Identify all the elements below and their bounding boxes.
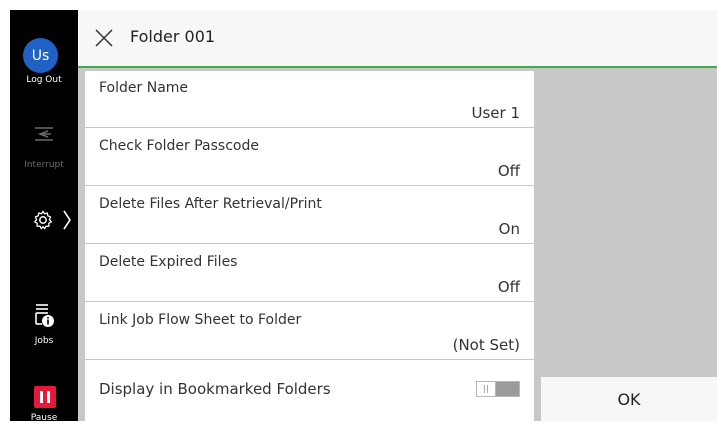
setting-value: (Not Set) [452,336,520,354]
setting-label: Link Job Flow Sheet to Folder [99,312,302,328]
interrupt-label: Interrupt [24,160,64,170]
setting-label: Delete Expired Files [99,254,238,270]
toggle-knob [477,382,496,396]
setting-row-folder-name[interactable]: Folder Name User 1 [85,71,534,128]
setting-row-link-job-flow-sheet[interactable]: Link Job Flow Sheet to Folder (Not Set) [85,303,534,360]
setting-label: Check Folder Passcode [99,138,259,154]
header-bar: Folder 001 [78,10,717,68]
jobs-icon[interactable] [32,302,56,328]
pause-icon-bar-right [47,391,50,403]
bookmark-toggle[interactable] [476,381,520,397]
setting-value: User 1 [471,104,520,122]
setting-label: Delete Files After Retrieval/Print [99,196,322,212]
gear-icon[interactable] [32,209,54,231]
setting-row-check-folder-passcode[interactable]: Check Folder Passcode Off [85,129,534,186]
setting-row-delete-expired-files[interactable]: Delete Expired Files Off [85,245,534,302]
pause-label: Pause [30,413,58,423]
settings-list: Folder Name User 1 Check Folder Passcode… [85,71,534,421]
log-out-label[interactable]: Log Out [10,75,78,85]
setting-value: Off [497,162,520,180]
setting-value: Off [497,278,520,296]
toggle-grip-line [484,385,485,393]
user-avatar[interactable]: Us [23,38,58,73]
toggle-grip-line [487,385,488,393]
setting-value: On [498,220,520,238]
setting-row-delete-files-after-retrieval[interactable]: Delete Files After Retrieval/Print On [85,187,534,244]
toggle-track [496,382,519,396]
setting-row-display-in-bookmarked-folders: Display in Bookmarked Folders [85,361,534,417]
close-icon[interactable] [94,28,114,48]
setting-label: Folder Name [99,80,189,96]
interrupt-icon[interactable] [32,122,56,146]
ok-button[interactable]: OK [541,377,717,421]
pause-icon-bar-left [40,391,43,403]
setting-label: Display in Bookmarked Folders [99,380,331,398]
chevron-right-icon[interactable] [62,209,72,231]
sidebar: Us Log Out Interrupt Jobs Pause [10,10,78,423]
page-title: Folder 001 [130,27,216,46]
jobs-label: Jobs [34,336,54,346]
pause-button[interactable] [34,386,56,408]
